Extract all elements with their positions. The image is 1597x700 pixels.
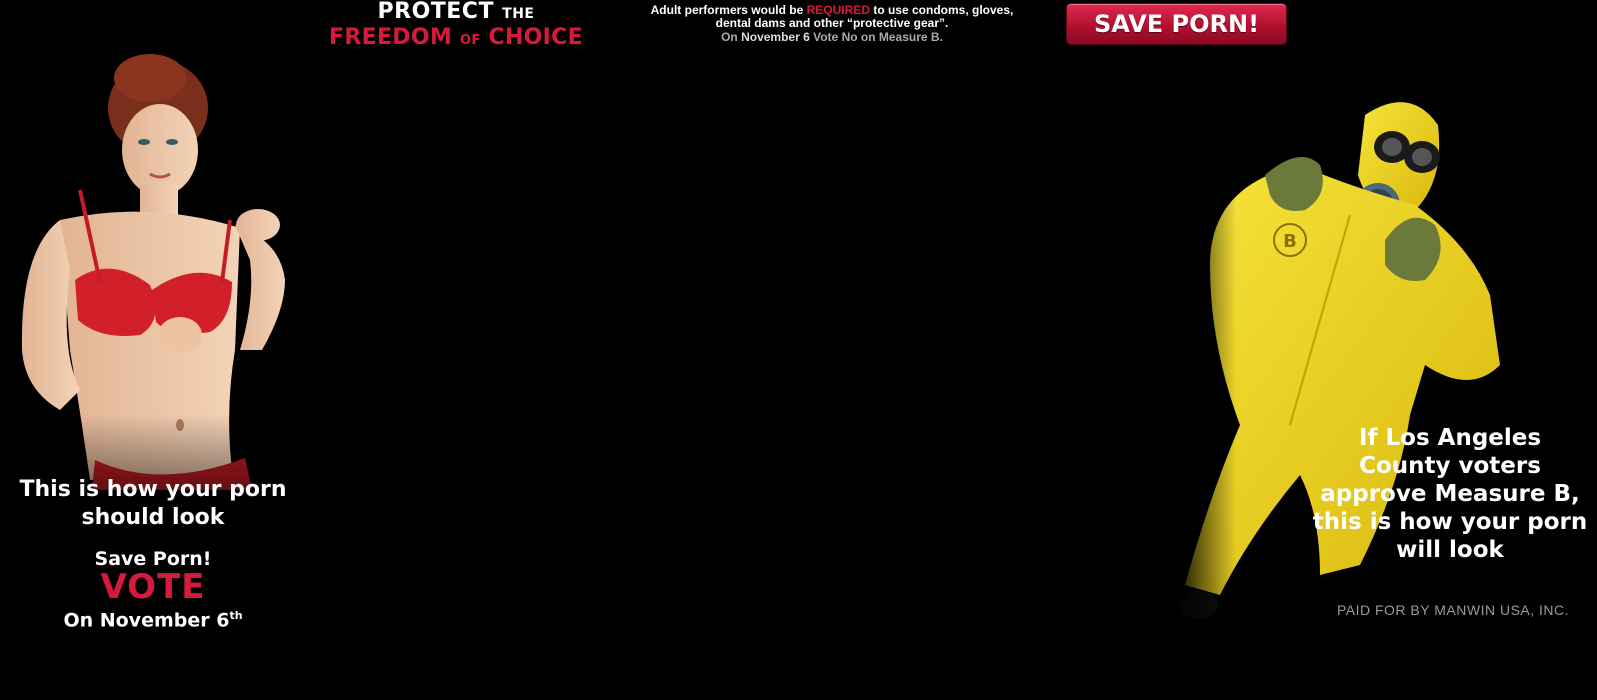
left-caption: This is how your porn should look Save P…: [0, 476, 306, 632]
notice-text-2: to use condoms, gloves,: [869, 3, 1014, 17]
headline-choice: CHOICE: [488, 25, 583, 50]
headline-freedom: FREEDOM: [329, 25, 453, 50]
notice-on: On: [721, 30, 742, 44]
election-date: On November 6th: [0, 604, 306, 632]
notice-line-3: On November 6 Vote No on Measure B.: [632, 31, 1032, 44]
notice-text-1: Adult performers would be: [650, 3, 807, 17]
headline-line-1: PROTECT THE: [312, 0, 600, 26]
election-date-suffix: th: [229, 609, 243, 622]
person-in-hazmat-suit-photo: B: [1170, 95, 1540, 655]
required-text: REQUIRED: [806, 3, 870, 17]
paid-for-disclaimer: PAID FOR BY MANWIN USA, INC.: [1336, 602, 1570, 618]
headline-protect: PROTECT: [377, 0, 494, 24]
vote-text: VOTE: [100, 567, 206, 607]
porn-should-look-tagline: This is how your porn should look: [19, 477, 287, 530]
election-date-main: On November 6: [63, 609, 230, 632]
notice-line-2: dental dams and other “protective gear”.: [715, 16, 949, 30]
notice-date: November 6: [741, 30, 810, 44]
notice-vote-no: Vote No on Measure B.: [809, 30, 943, 44]
save-porn-button[interactable]: SAVE PORN!: [1067, 4, 1286, 44]
measure-b-notice: Adult performers would be REQUIRED to us…: [632, 4, 1032, 44]
headline-line-2: FREEDOM OF CHOICE: [312, 26, 600, 53]
headline: PROTECT THE FREEDOM OF CHOICE: [312, 0, 600, 53]
headline-the: THE: [502, 6, 535, 22]
headline-of: OF: [460, 33, 481, 48]
measure-b-warning-caption: If Los Angeles County voters approve Mea…: [1312, 425, 1588, 563]
